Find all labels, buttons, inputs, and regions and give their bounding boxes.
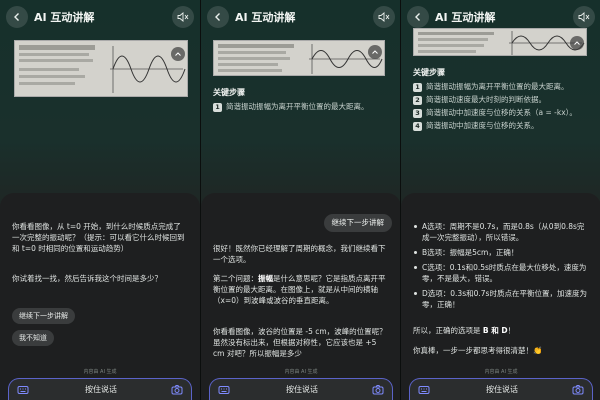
collapse-icon — [574, 41, 580, 45]
key-steps: 关键步骤 1 简谐振动振幅为离开平衡位置的最大距离。 2 简谐振动速度最大时刻的… — [413, 67, 589, 134]
hold-to-talk-label: 按住说话 — [286, 385, 318, 394]
hold-to-talk-label: 按住说话 — [85, 385, 117, 394]
dont-know-chip[interactable]: 我不知道 — [12, 330, 54, 346]
conclusion-text: ！ — [507, 326, 516, 335]
key-step-text: 简谐振动速度最大时刻的判断依据。 — [426, 95, 546, 104]
key-step: 2 简谐振动速度最大时刻的判断依据。 — [413, 95, 589, 105]
camera-icon[interactable] — [572, 384, 584, 396]
problem-image[interactable] — [213, 40, 385, 76]
continue-next-step-chip[interactable]: 继续下一步讲解 — [12, 308, 75, 324]
option-analysis-item: B选项：振幅是5cm，正确！ — [413, 247, 589, 258]
speaker-mute-icon — [378, 12, 390, 22]
conclusion-answer: B 和 D — [482, 326, 508, 335]
key-step-text: 简谐振动振幅为离开平衡位置的最大距离。 — [226, 102, 369, 111]
step-number-badge: 1 — [213, 103, 222, 112]
ai-message: 你试着找一找，然后告诉我这个时间是多少？ — [12, 274, 162, 283]
problem-image[interactable] — [14, 40, 188, 97]
hold-to-talk-bar[interactable]: 按住说话 — [409, 378, 593, 400]
key-step-text: 简谐振动中加速度与位移的关系（a = -kx）。 — [426, 108, 577, 117]
option-analysis-item: D选项：0.3s和0.7s时质点在平衡位置，加速度为零，正确！ — [413, 288, 589, 310]
ai-disclaimer: 内容由 AI 生成 — [484, 369, 518, 375]
header: AI 互动讲解 — [201, 0, 400, 34]
option-analysis-item: A选项：周期不是0.7s，而是0.8s（从0到0.8s完成一次完整振动），所以错… — [413, 221, 589, 243]
collapse-icon — [372, 50, 378, 54]
ai-message: 你看看图像，从 t=0 开始，到什么时候质点完成了一次完整的振动呢？（提示：可以… — [12, 222, 185, 253]
speaker-mute-icon — [578, 12, 590, 22]
hold-to-talk-label: 按住说话 — [486, 385, 518, 394]
hold-to-talk-bar[interactable]: 按住说话 — [209, 378, 393, 400]
problem-image[interactable] — [413, 28, 587, 56]
sound-toggle-button[interactable] — [373, 6, 395, 28]
key-steps-title: 关键步骤 — [213, 88, 245, 97]
screen-3: AI 互动讲解 关键步骤 1 简谐振动振幅为离开平衡位置的最大距离。 2 简谐振… — [400, 0, 600, 400]
step-number-badge: 2 — [413, 96, 422, 105]
back-button[interactable] — [407, 6, 429, 28]
page-title: AI 互动讲解 — [235, 11, 296, 24]
speaker-mute-icon — [177, 12, 189, 22]
ai-disclaimer: 内容由 AI 生成 — [284, 369, 318, 375]
back-arrow-icon — [215, 13, 220, 21]
hold-to-talk-bar[interactable]: 按住说话 — [8, 378, 192, 400]
key-steps-title: 关键步骤 — [413, 68, 445, 77]
collapse-image-button[interactable] — [570, 36, 584, 50]
collapse-icon — [175, 52, 181, 56]
screen-1: AI 互动讲解 你看看图像，从 t=0 开始，到什么时候质点完成了一次完整的振动… — [0, 0, 200, 400]
key-step: 1 简谐振动振幅为离开平衡位置的最大距离。 — [213, 102, 389, 112]
ai-message: 很好！既然你已经理解了周期的概念，我们继续看下一个选项。 — [213, 244, 386, 264]
ai-message-part: 第二个问题： — [213, 274, 258, 283]
ai-message: 第二个问题：振幅是什么意思呢？它是指质点离开平衡位置的最大距离。在图像上，就是从… — [213, 273, 389, 306]
problem-graph-picture — [15, 41, 187, 96]
back-button[interactable] — [207, 6, 229, 28]
screen-2: AI 互动讲解 关键步骤 1 简谐振动振幅为离开平衡位置的最大距离。 继续下一步… — [200, 0, 400, 400]
ai-disclaimer: 内容由 AI 生成 — [83, 369, 117, 375]
back-button[interactable] — [6, 6, 28, 28]
problem-graph-picture — [414, 29, 586, 55]
sound-toggle-button[interactable] — [573, 6, 595, 28]
ai-message: 你看看图像，波谷的位置是 -5 cm，波峰的位置呢？虽然没有标出来，但根据对称性… — [213, 327, 387, 358]
back-arrow-icon — [415, 13, 420, 21]
back-arrow-icon — [14, 13, 19, 21]
key-steps: 关键步骤 1 简谐振动振幅为离开平衡位置的最大距离。 — [213, 87, 389, 115]
ai-conclusion: 所以，正确的选项是 B 和 D！ — [413, 325, 589, 336]
user-message-bubble: 继续下一步讲解 — [323, 214, 392, 232]
camera-icon[interactable] — [372, 384, 384, 396]
step-number-badge: 4 — [413, 122, 422, 131]
ai-message-highlight: 振幅 — [258, 274, 273, 283]
key-step: 3 简谐振动中加速度与位移的关系（a = -kx）。 — [413, 108, 589, 118]
page-title: AI 互动讲解 — [34, 11, 95, 24]
key-step-text: 简谐振动中加速度与位移的关系。 — [426, 121, 539, 130]
option-analysis-item: C选项：0.1s和0.5s时质点在最大位移处，速度为零，不是最大，错误。 — [413, 262, 589, 284]
step-number-badge: 3 — [413, 109, 422, 118]
header: AI 互动讲解 — [0, 0, 200, 34]
collapse-image-button[interactable] — [368, 45, 382, 59]
page-title: AI 互动讲解 — [435, 11, 496, 24]
step-number-badge: 1 — [413, 83, 422, 92]
collapse-image-button[interactable] — [171, 47, 185, 61]
key-step: 1 简谐振动振幅为离开平衡位置的最大距离。 — [413, 82, 589, 92]
conclusion-text: 所以，正确的选项是 — [413, 326, 483, 335]
ai-message-options: A选项：周期不是0.7s，而是0.8s（从0到0.8s完成一次完整振动），所以错… — [413, 221, 589, 314]
problem-graph-picture — [214, 41, 384, 75]
camera-icon[interactable] — [171, 384, 183, 396]
key-step: 4 简谐振动中加速度与位移的关系。 — [413, 121, 589, 131]
ai-praise: 你真棒，一步一步都思考得很清楚！👏 — [413, 346, 543, 355]
sound-toggle-button[interactable] — [172, 6, 194, 28]
key-step-text: 简谐振动振幅为离开平衡位置的最大距离。 — [426, 82, 569, 91]
